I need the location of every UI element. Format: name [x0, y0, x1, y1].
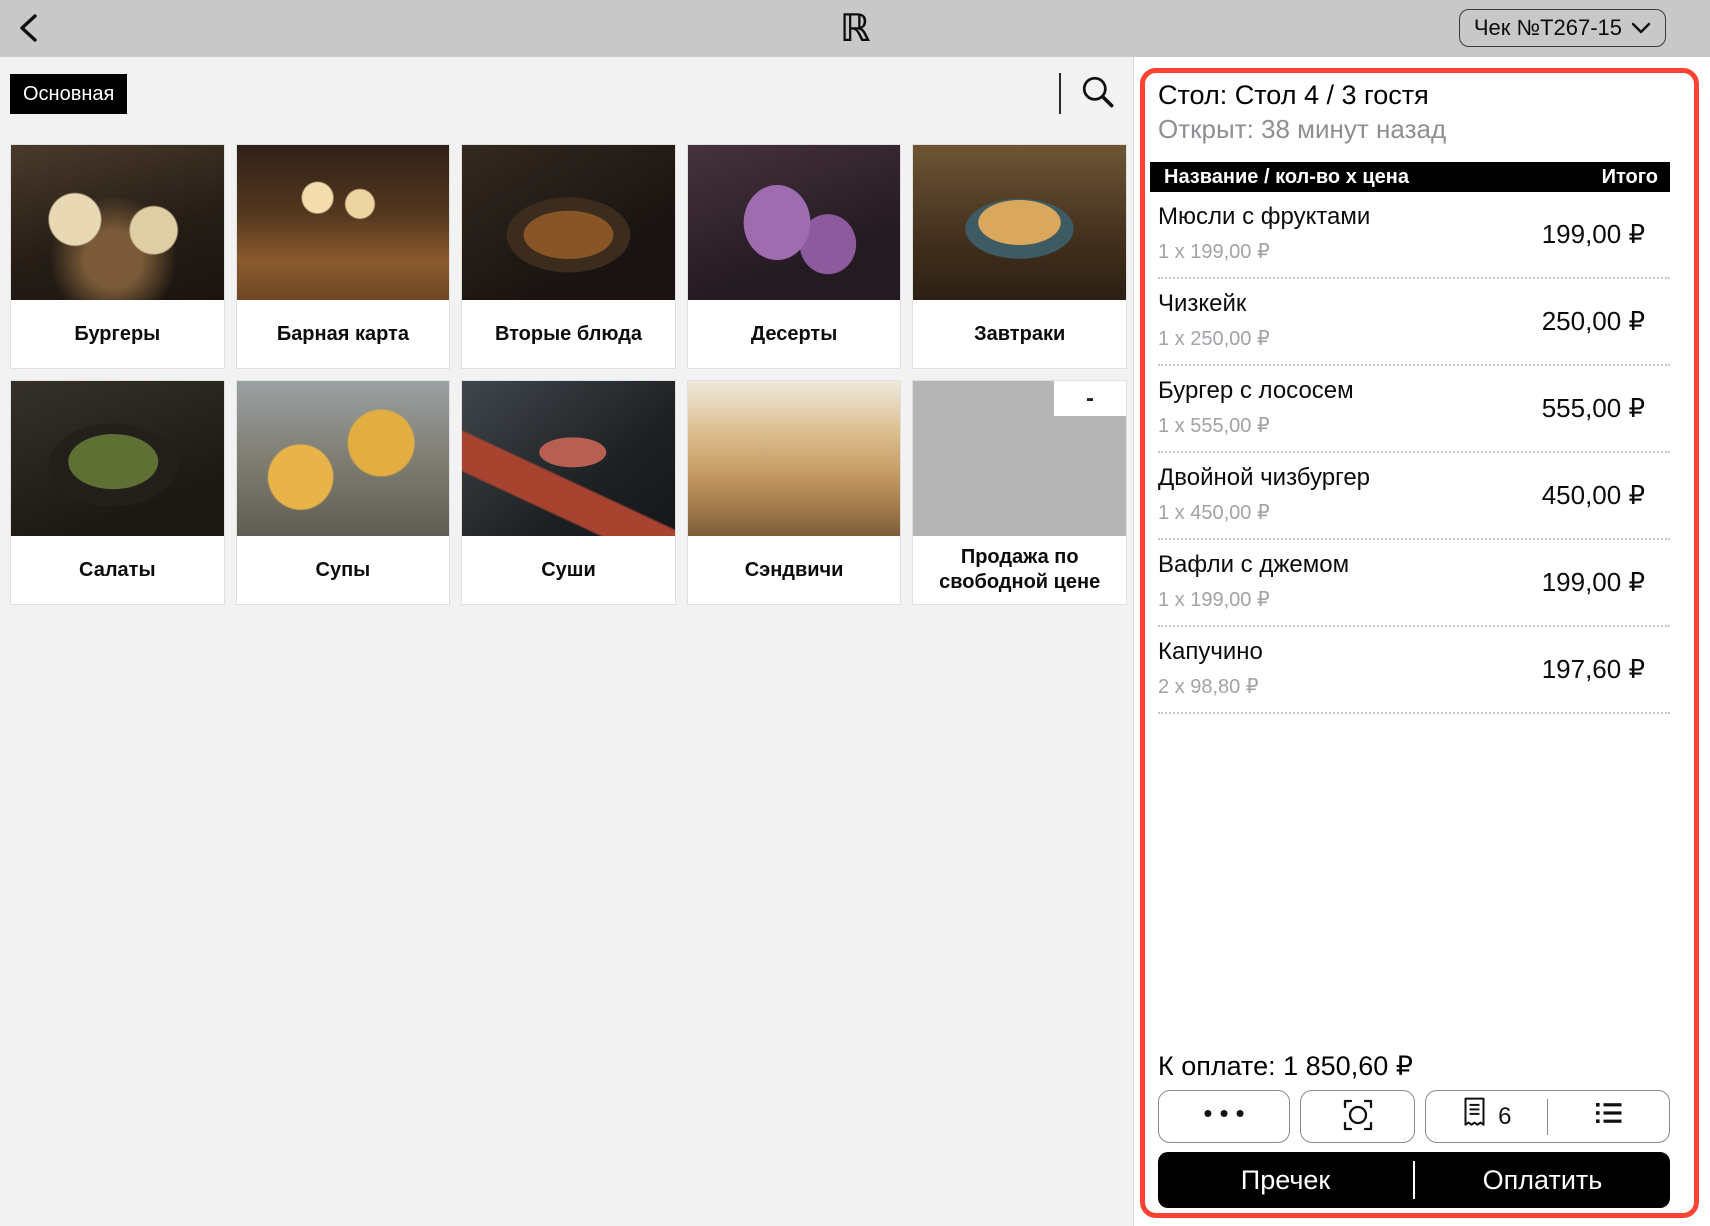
item-qty-price: 1 x 199,00 ₽ — [1158, 587, 1349, 612]
ellipsis-icon: ••• — [1203, 1098, 1251, 1129]
tile-sandwiches[interactable]: Сэндвичи — [687, 380, 902, 605]
item-total: 450,00 ₽ — [1542, 480, 1670, 511]
tile-burgers[interactable]: Бургеры — [10, 144, 225, 369]
photo-sushi — [462, 381, 675, 536]
bottom-action-bar: Пречек Оплатить — [1158, 1152, 1670, 1208]
chevron-left-icon — [17, 13, 41, 46]
order-table-header: Название / кол-во х цена Итого — [1150, 162, 1670, 192]
order-panel-content: Стол: Стол 4 / 3 гостя Открыт: 38 минут … — [1158, 78, 1670, 1208]
opened-info: Открыт: 38 минут назад — [1158, 112, 1670, 146]
search-button[interactable] — [1080, 75, 1118, 113]
tile-label: Супы — [237, 536, 450, 604]
tile-label: Барная карта — [237, 300, 450, 368]
receipts-count: 6 — [1498, 1103, 1511, 1131]
tile-bar-menu[interactable]: Барная карта — [236, 144, 451, 369]
search-icon — [1080, 74, 1118, 115]
tile-label: Продажа по свободной цене — [913, 536, 1126, 604]
item-total: 199,00 ₽ — [1542, 219, 1670, 250]
tile-desserts[interactable]: Десерты — [687, 144, 902, 369]
item-name: Мюсли с фруктами — [1158, 203, 1370, 231]
tile-label: Бургеры — [11, 300, 224, 368]
order-item-row[interactable]: Мюсли с фруктами 1 x 199,00 ₽ 199,00 ₽ — [1158, 192, 1670, 279]
table-info: Стол: Стол 4 / 3 гостя — [1158, 78, 1670, 112]
tile-label: Завтраки — [913, 300, 1126, 368]
item-list-button[interactable] — [1548, 1091, 1669, 1142]
receipts-and-list-button: 6 — [1425, 1090, 1670, 1143]
item-qty-price: 1 x 199,00 ₽ — [1158, 239, 1370, 264]
search-divider — [1059, 73, 1061, 114]
action-buttons-row: ••• — [1158, 1090, 1670, 1143]
more-options-button[interactable]: ••• — [1158, 1090, 1290, 1143]
item-info: Капучино 2 x 98,80 ₽ — [1158, 627, 1263, 712]
receipts-count-button[interactable]: 6 — [1426, 1091, 1547, 1142]
back-button[interactable] — [12, 12, 46, 46]
item-name: Бургер с лососем — [1158, 377, 1354, 405]
item-total: 555,00 ₽ — [1542, 393, 1670, 424]
item-qty-price: 1 x 250,00 ₽ — [1158, 326, 1270, 351]
item-qty-price: 1 x 450,00 ₽ — [1158, 500, 1370, 525]
item-name: Капучино — [1158, 638, 1263, 666]
item-info: Двойной чизбургер 1 x 450,00 ₽ — [1158, 453, 1370, 538]
precheck-button[interactable]: Пречек — [1158, 1152, 1413, 1208]
item-qty-price: 2 x 98,80 ₽ — [1158, 674, 1263, 699]
category-grid: Бургеры Барная карта Вторые блюда Десерт… — [10, 144, 1127, 605]
scan-button[interactable] — [1300, 1090, 1415, 1143]
photo-gray-placeholder: - — [913, 381, 1126, 536]
chevron-down-icon — [1631, 15, 1651, 41]
order-item-row[interactable]: Двойной чизбургер 1 x 450,00 ₽ 450,00 ₽ — [1158, 453, 1670, 540]
photo-salad — [11, 381, 224, 536]
item-info: Мюсли с фруктами 1 x 199,00 ₽ — [1158, 192, 1370, 277]
photo-main-dishes — [462, 145, 675, 300]
item-info: Чизкейк 1 x 250,00 ₽ — [1158, 279, 1270, 364]
photo-bar-drinks — [237, 145, 450, 300]
tile-free-price-sale[interactable]: - Продажа по свободной цене — [912, 380, 1127, 605]
item-name: Двойной чизбургер — [1158, 464, 1370, 492]
rkeeper-logo: ℝ — [840, 3, 870, 53]
menu-catalog: Основная Бургеры Барная карта Вторые блю… — [0, 57, 1134, 1226]
order-item-row[interactable]: Капучино 2 x 98,80 ₽ 197,60 ₽ — [1158, 627, 1670, 714]
check-number-dropdown[interactable]: Чек №Т267-15 — [1459, 9, 1666, 47]
tile-label: Суши — [462, 536, 675, 604]
item-total: 250,00 ₽ — [1542, 306, 1670, 337]
photo-soup — [237, 381, 450, 536]
tile-main-dishes[interactable]: Вторые блюда — [461, 144, 676, 369]
spacer — [1158, 714, 1670, 1051]
tile-soups[interactable]: Супы — [236, 380, 451, 605]
item-total: 197,60 ₽ — [1542, 654, 1670, 685]
scan-frame-icon — [1338, 1096, 1378, 1137]
item-name: Вафли с джемом — [1158, 551, 1349, 579]
tile-breakfast[interactable]: Завтраки — [912, 144, 1127, 369]
tile-label: Десерты — [688, 300, 901, 368]
topbar: ℝ Чек №Т267-15 — [0, 0, 1710, 57]
header-name-qty: Название / кол-во х цена — [1164, 166, 1409, 189]
order-item-row[interactable]: Бургер с лососем 1 x 555,00 ₽ 555,00 ₽ — [1158, 366, 1670, 453]
photo-sandwich — [688, 381, 901, 536]
item-info: Вафли с джемом 1 x 199,00 ₽ — [1158, 540, 1349, 625]
item-total: 199,00 ₽ — [1542, 567, 1670, 598]
tile-label: Сэндвичи — [688, 536, 901, 604]
tile-label: Салаты — [11, 536, 224, 604]
check-chip-label: Чек №Т267-15 — [1474, 15, 1622, 41]
minus-badge[interactable]: - — [1054, 381, 1126, 416]
item-name: Чизкейк — [1158, 290, 1270, 318]
tile-label: Вторые блюда — [462, 300, 675, 368]
pay-button[interactable]: Оплатить — [1415, 1152, 1670, 1208]
receipt-icon — [1461, 1095, 1488, 1138]
total-due: К оплате: 1 850,60 ₽ — [1158, 1051, 1670, 1082]
order-item-row[interactable]: Чизкейк 1 x 250,00 ₽ 250,00 ₽ — [1158, 279, 1670, 366]
tile-sushi[interactable]: Суши — [461, 380, 676, 605]
bullet-list-icon — [1593, 1099, 1625, 1134]
photo-pancakes — [913, 145, 1126, 300]
tile-salads[interactable]: Салаты — [10, 380, 225, 605]
menu-tab-main[interactable]: Основная — [10, 74, 127, 114]
photo-desserts — [688, 145, 901, 300]
order-item-row[interactable]: Вафли с джемом 1 x 199,00 ₽ 199,00 ₽ — [1158, 540, 1670, 627]
header-total: Итого — [1602, 166, 1658, 189]
photo-burgers — [11, 145, 224, 300]
order-panel: Стол: Стол 4 / 3 гостя Открыт: 38 минут … — [1135, 57, 1710, 1226]
item-info: Бургер с лососем 1 x 555,00 ₽ — [1158, 366, 1354, 451]
item-qty-price: 1 x 555,00 ₽ — [1158, 413, 1354, 438]
pos-screen: ℝ Чек №Т267-15 Основная Бургеры Барная к… — [0, 0, 1710, 1226]
